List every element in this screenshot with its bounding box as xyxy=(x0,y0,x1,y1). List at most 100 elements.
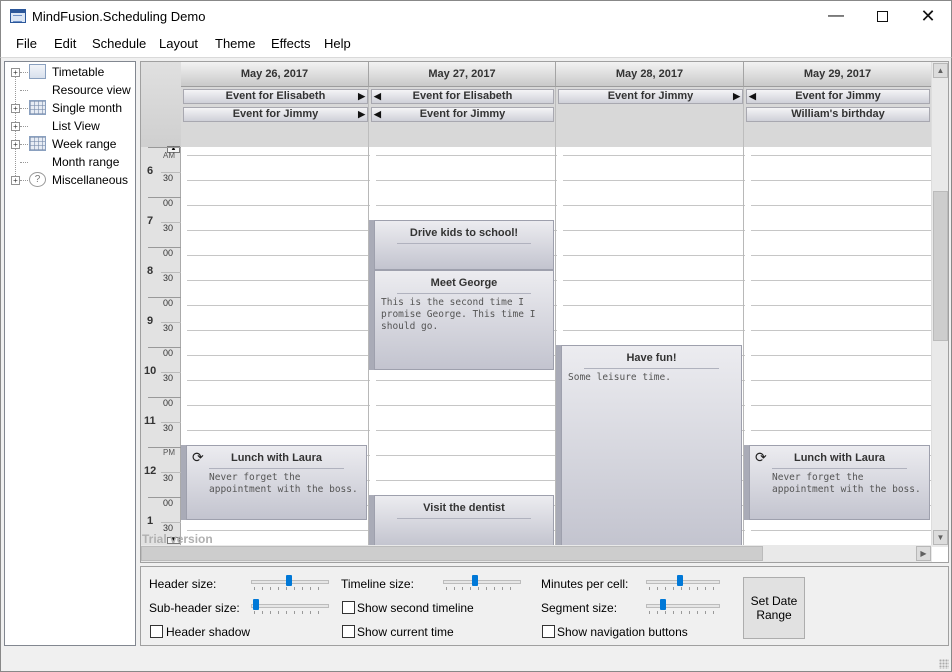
expand-icon[interactable]: + xyxy=(11,68,20,77)
vertical-scrollbar[interactable]: ▲ ▼ xyxy=(931,62,948,547)
show-current-time-label[interactable]: Show current time xyxy=(357,625,454,639)
day-header[interactable]: May 28, 2017 xyxy=(556,62,744,87)
segment-size-slider[interactable] xyxy=(646,599,720,615)
menu-effects[interactable]: Effects xyxy=(271,36,311,51)
allday-event[interactable]: Event for Jimmy ▶ xyxy=(558,89,743,104)
show-nav-buttons-checkbox[interactable] xyxy=(542,625,555,638)
expand-icon[interactable]: + xyxy=(11,140,20,149)
hour-label: 6 xyxy=(147,165,154,177)
menu-help[interactable]: Help xyxy=(324,36,351,51)
arrow-right-icon: ▶ xyxy=(358,91,365,101)
appointment[interactable]: ⟳ Lunch with Laura Never forget the appo… xyxy=(749,445,930,520)
tree-connector xyxy=(20,144,28,145)
horizontal-scrollbar[interactable]: ▶ xyxy=(141,545,932,562)
hour-label: 9 xyxy=(147,315,154,327)
minute-label: 00 xyxy=(163,198,174,208)
event-title: Event for Elisabeth xyxy=(412,90,513,102)
tree-item-label: List View xyxy=(52,119,100,133)
slider-ticks xyxy=(254,611,326,614)
slider-thumb[interactable] xyxy=(253,599,259,610)
hour-label: 8 xyxy=(147,265,154,277)
horizontal-scroll-thumb[interactable] xyxy=(141,546,763,561)
arrow-right-icon: ▶ xyxy=(733,91,740,101)
minute-label: 00 xyxy=(163,298,174,308)
show-second-timeline-checkbox[interactable] xyxy=(342,601,355,614)
appointment[interactable]: ⟳ Lunch with Laura Never forget the appo… xyxy=(186,445,367,520)
tree-item-label: Week range xyxy=(52,137,117,151)
minute-label: 00 xyxy=(163,348,174,358)
menu-layout[interactable]: Layout xyxy=(159,36,198,51)
recurrence-icon: ⟳ xyxy=(192,449,204,465)
day-header[interactable]: May 27, 2017 xyxy=(369,62,556,87)
close-button[interactable]: ✕ xyxy=(905,1,951,31)
slider-thumb[interactable] xyxy=(660,599,666,610)
tree-item-week-range[interactable]: + Week range xyxy=(5,135,135,153)
hour-line xyxy=(148,147,181,148)
slider-thumb[interactable] xyxy=(472,575,478,586)
timeline-size-slider[interactable] xyxy=(443,575,521,591)
allday-event[interactable]: Event for Elisabeth ▶ xyxy=(183,89,368,104)
minutes-per-cell-slider[interactable] xyxy=(646,575,720,591)
tree-item-single-month[interactable]: + Single month xyxy=(5,99,135,117)
hour-label: 10 xyxy=(144,365,157,377)
half-hour-line xyxy=(161,272,181,273)
tree-item-timetable[interactable]: + Timetable xyxy=(5,63,135,81)
tree-item-miscellaneous[interactable]: + ? Miscellaneous xyxy=(5,171,135,189)
timeline[interactable]: ▲ AM 6 30 00 7 30 00 8 30 00 9 30 00 10 … xyxy=(141,146,181,547)
subheader-size-slider[interactable] xyxy=(251,599,329,615)
expand-icon[interactable]: + xyxy=(11,104,20,113)
arrow-left-icon: ◀ xyxy=(374,91,381,101)
appointment[interactable]: Visit the dentist xyxy=(374,495,554,547)
show-current-time-checkbox[interactable] xyxy=(342,625,355,638)
tree-item-month-range[interactable]: Month range xyxy=(5,153,135,171)
allday-event[interactable]: William's birthday xyxy=(746,107,930,122)
scroll-right-icon[interactable]: ▶ xyxy=(916,546,931,561)
allday-event[interactable]: ◀ Event for Jimmy xyxy=(371,107,554,122)
tree-item-list-view[interactable]: + List View xyxy=(5,117,135,135)
appointment[interactable]: Have fun! Some leisure time. xyxy=(561,345,742,547)
close-icon: ✕ xyxy=(920,5,936,26)
scroll-up-icon[interactable]: ▲ xyxy=(933,63,948,78)
slider-ticks xyxy=(649,587,717,590)
menu-bar: File Edit Schedule Layout Theme Effects … xyxy=(0,31,952,57)
tree-connector xyxy=(20,162,28,163)
tree-connector xyxy=(20,126,28,127)
header-shadow-label[interactable]: Header shadow xyxy=(166,625,250,639)
set-date-range-button[interactable]: Set Date Range xyxy=(743,577,805,639)
slider-thumb[interactable] xyxy=(677,575,683,586)
minutes-per-cell-label: Minutes per cell: xyxy=(541,577,629,591)
appointment[interactable]: Meet George This is the second time I pr… xyxy=(374,270,554,370)
resize-grip-icon[interactable] xyxy=(939,659,949,669)
allday-event[interactable]: ◀ Event for Elisabeth xyxy=(371,89,554,104)
minimize-button[interactable]: — xyxy=(813,1,859,31)
view-tree[interactable]: + Timetable Resource view + Single month… xyxy=(4,61,136,646)
timeline-size-label: Timeline size: xyxy=(341,577,414,591)
slider-thumb[interactable] xyxy=(286,575,292,586)
menu-schedule[interactable]: Schedule xyxy=(92,36,146,51)
segment-size-label: Segment size: xyxy=(541,601,618,615)
menu-theme[interactable]: Theme xyxy=(215,36,255,51)
header-size-slider[interactable] xyxy=(251,575,329,591)
day-header[interactable]: May 26, 2017 xyxy=(181,62,369,87)
expand-icon[interactable]: + xyxy=(11,176,20,185)
vertical-scroll-thumb[interactable] xyxy=(933,191,948,341)
tree-item-resource-view[interactable]: Resource view xyxy=(5,81,135,99)
event-title: Event for Jimmy xyxy=(232,108,319,120)
title-bar: MindFusion.Scheduling Demo — ✕ xyxy=(0,0,952,31)
menu-file[interactable]: File xyxy=(16,36,37,51)
scroll-down-icon[interactable]: ▼ xyxy=(933,530,948,545)
arrow-left-icon: ◀ xyxy=(749,91,756,101)
day-header[interactable]: May 29, 2017 xyxy=(744,62,932,87)
schedule-view[interactable]: May 26, 2017 May 27, 2017 May 28, 2017 M… xyxy=(140,61,949,563)
maximize-button[interactable] xyxy=(859,1,905,31)
allday-event[interactable]: ◀ Event for Jimmy xyxy=(746,89,930,104)
header-shadow-checkbox[interactable] xyxy=(150,625,163,638)
appointment[interactable]: Drive kids to school! xyxy=(374,220,554,270)
expand-icon[interactable]: + xyxy=(11,122,20,131)
allday-event[interactable]: Event for Jimmy ▶ xyxy=(183,107,368,122)
half-hour-line xyxy=(161,172,181,173)
menu-edit[interactable]: Edit xyxy=(54,36,76,51)
show-second-timeline-label[interactable]: Show second timeline xyxy=(357,601,474,615)
arrow-right-icon: ▶ xyxy=(358,109,365,119)
show-nav-buttons-label[interactable]: Show navigation buttons xyxy=(557,625,688,639)
